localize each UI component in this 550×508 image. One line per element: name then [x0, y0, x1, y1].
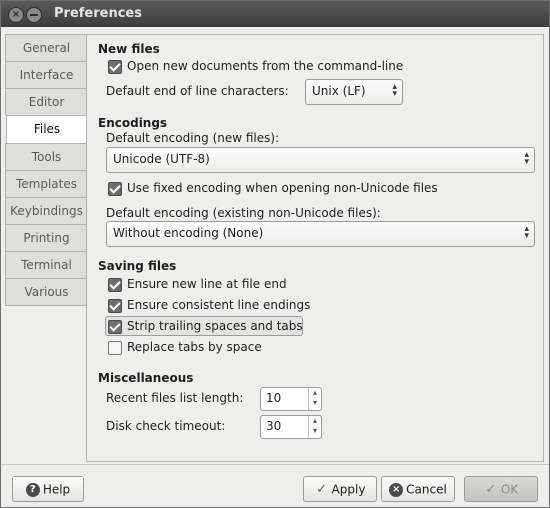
existing-encoding-label: Default encoding (existing non-Unicode f…	[106, 206, 381, 220]
new-files-heading: New files	[98, 42, 160, 56]
checkmark-icon: ✓	[316, 481, 327, 497]
eol-select-value: Unix (LF)	[312, 84, 366, 98]
recent-files-label: Recent files list length:	[106, 391, 244, 405]
tab-list: General Interface Editor Files Tools Tem…	[5, 34, 88, 306]
consistent-endings-checkbox[interactable]	[108, 299, 122, 313]
tab-general[interactable]: General	[5, 34, 87, 61]
strip-trailing-checkbox[interactable]	[108, 320, 122, 334]
footer-separator	[1, 464, 549, 465]
misc-heading: Miscellaneous	[98, 371, 194, 385]
default-new-encoding-label: Default encoding (new files):	[106, 131, 280, 145]
tab-templates[interactable]: Templates	[5, 170, 87, 197]
title-bar: × Preferences	[1, 1, 549, 27]
tab-editor[interactable]: Editor	[5, 88, 87, 115]
cancel-button[interactable]: × Cancel	[381, 476, 455, 502]
recent-files-spinner[interactable]: 10 ▴ ▾	[260, 387, 322, 411]
fixed-encoding-checkbox[interactable]	[108, 182, 122, 196]
eol-select[interactable]: Unix (LF) ▴ ▾	[305, 79, 403, 105]
help-icon: ?	[25, 482, 40, 497]
help-button[interactable]: ? Help	[12, 476, 84, 502]
strip-trailing-label: Strip trailing spaces and tabs	[127, 319, 303, 333]
spin-arrows-icon[interactable]: ▴ ▾	[308, 416, 321, 438]
open-cmdline-label: Open new documents from the command-line	[127, 59, 404, 73]
spin-arrows-icon: ▴ ▾	[524, 150, 529, 167]
open-cmdline-checkbox[interactable]	[108, 60, 122, 74]
encodings-heading: Encodings	[98, 116, 168, 130]
preferences-window: × Preferences General Interface Editor F…	[0, 0, 550, 508]
files-pane: New files Open new documents from the co…	[86, 34, 544, 462]
window-title: Preferences	[54, 6, 142, 21]
existing-encoding-value: Without encoding (None)	[113, 226, 264, 240]
default-new-encoding-select[interactable]: Unicode (UTF-8) ▴ ▾	[106, 147, 535, 173]
replace-tabs-checkbox[interactable]	[108, 341, 122, 355]
cancel-icon: ×	[389, 482, 404, 497]
disk-check-label: Disk check timeout:	[106, 419, 226, 433]
tab-interface[interactable]: Interface	[5, 61, 87, 88]
recent-files-value: 10	[266, 391, 282, 405]
saving-files-heading: Saving files	[98, 259, 177, 273]
default-new-encoding-value: Unicode (UTF-8)	[113, 152, 210, 166]
apply-button[interactable]: ✓ Apply	[303, 476, 377, 502]
spin-arrows-icon: ▴ ▾	[392, 82, 397, 99]
ok-button[interactable]: ✓ OK	[464, 476, 538, 502]
replace-tabs-label: Replace tabs by space	[127, 340, 262, 354]
new-line-end-checkbox[interactable]	[108, 278, 122, 292]
disk-check-spinner[interactable]: 30 ▴ ▾	[260, 415, 322, 439]
tab-files[interactable]: Files	[6, 115, 88, 143]
new-line-end-label: Ensure new line at file end	[127, 277, 287, 291]
checkmark-icon: ✓	[485, 481, 497, 497]
disk-check-value: 30	[266, 419, 282, 433]
tab-various[interactable]: Various	[5, 278, 87, 306]
existing-encoding-select[interactable]: Without encoding (None) ▴ ▾	[106, 221, 535, 247]
tab-printing[interactable]: Printing	[5, 224, 87, 251]
eol-label: Default end of line characters:	[106, 84, 289, 98]
minimize-window-button[interactable]	[26, 7, 42, 23]
spin-arrows-icon[interactable]: ▴ ▾	[308, 388, 321, 410]
tab-terminal[interactable]: Terminal	[5, 251, 87, 278]
spin-arrows-icon: ▴ ▾	[524, 224, 529, 241]
tab-tools[interactable]: Tools	[5, 143, 87, 170]
fixed-encoding-label: Use fixed encoding when opening non-Unic…	[127, 181, 438, 195]
close-window-button[interactable]: ×	[8, 7, 24, 23]
consistent-endings-label: Ensure consistent line endings	[127, 298, 311, 312]
tab-keybindings[interactable]: Keybindings	[5, 197, 87, 224]
